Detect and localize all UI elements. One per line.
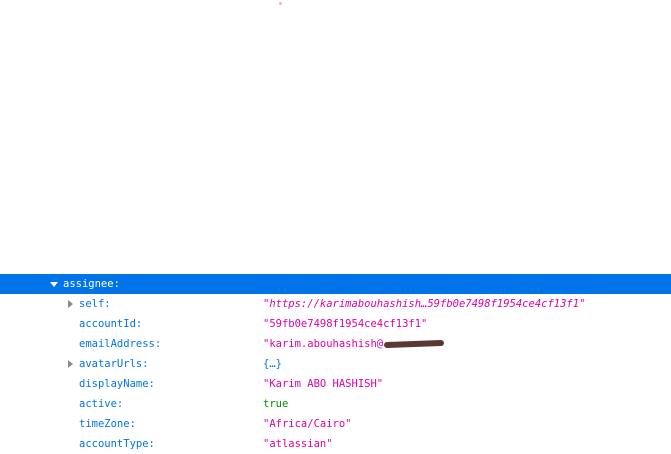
json-row-avatarurls[interactable]: avatarUrls: {…} [0, 354, 671, 374]
json-key: displayName: [79, 378, 155, 390]
stray-pixel [279, 2, 282, 5]
json-row-emailaddress[interactable]: emailAddress: "karim.abouhashish@ [0, 334, 671, 354]
expand-arrow-icon[interactable] [50, 282, 58, 287]
json-key: active: [79, 398, 124, 410]
json-key: avatarUrls: [79, 358, 149, 370]
json-row-self[interactable]: self: "https://karimabouhashish…59fb0e74… [0, 294, 671, 314]
json-value: {…} [263, 358, 282, 370]
json-row-accountid[interactable]: accountId: "59fb0e7498f1954ce4cf13f1" [0, 314, 671, 334]
collapse-arrow-icon[interactable] [68, 360, 73, 368]
json-row-timezone[interactable]: timeZone: "Africa/Cairo" [0, 414, 671, 434]
json-row-active[interactable]: active: true [0, 394, 671, 414]
json-key: timeZone: [79, 418, 136, 430]
json-value: "59fb0e7498f1954ce4cf13f1" [263, 318, 428, 330]
json-row-accounttype[interactable]: accountType: "atlassian" [0, 434, 671, 454]
json-key: assignee: [63, 278, 120, 290]
json-key: accountId: [79, 318, 143, 330]
json-row-assignee[interactable]: assignee: [0, 274, 671, 294]
json-value: "https://karimabouhashish…59fb0e7498f195… [263, 298, 586, 310]
json-value: true [263, 398, 289, 410]
json-value: "atlassian" [263, 438, 333, 450]
json-value: "karim.abouhashish@ [263, 338, 384, 350]
collapse-arrow-icon[interactable] [68, 300, 73, 308]
json-key: accountType: [79, 438, 155, 450]
json-key: emailAddress: [79, 338, 162, 350]
redaction-mark [383, 339, 445, 349]
json-key: self: [79, 298, 111, 310]
json-value: "Karim ABO HASHISH" [263, 378, 384, 390]
json-value: "Africa/Cairo" [263, 418, 352, 430]
json-row-displayname[interactable]: displayName: "Karim ABO HASHISH" [0, 374, 671, 394]
